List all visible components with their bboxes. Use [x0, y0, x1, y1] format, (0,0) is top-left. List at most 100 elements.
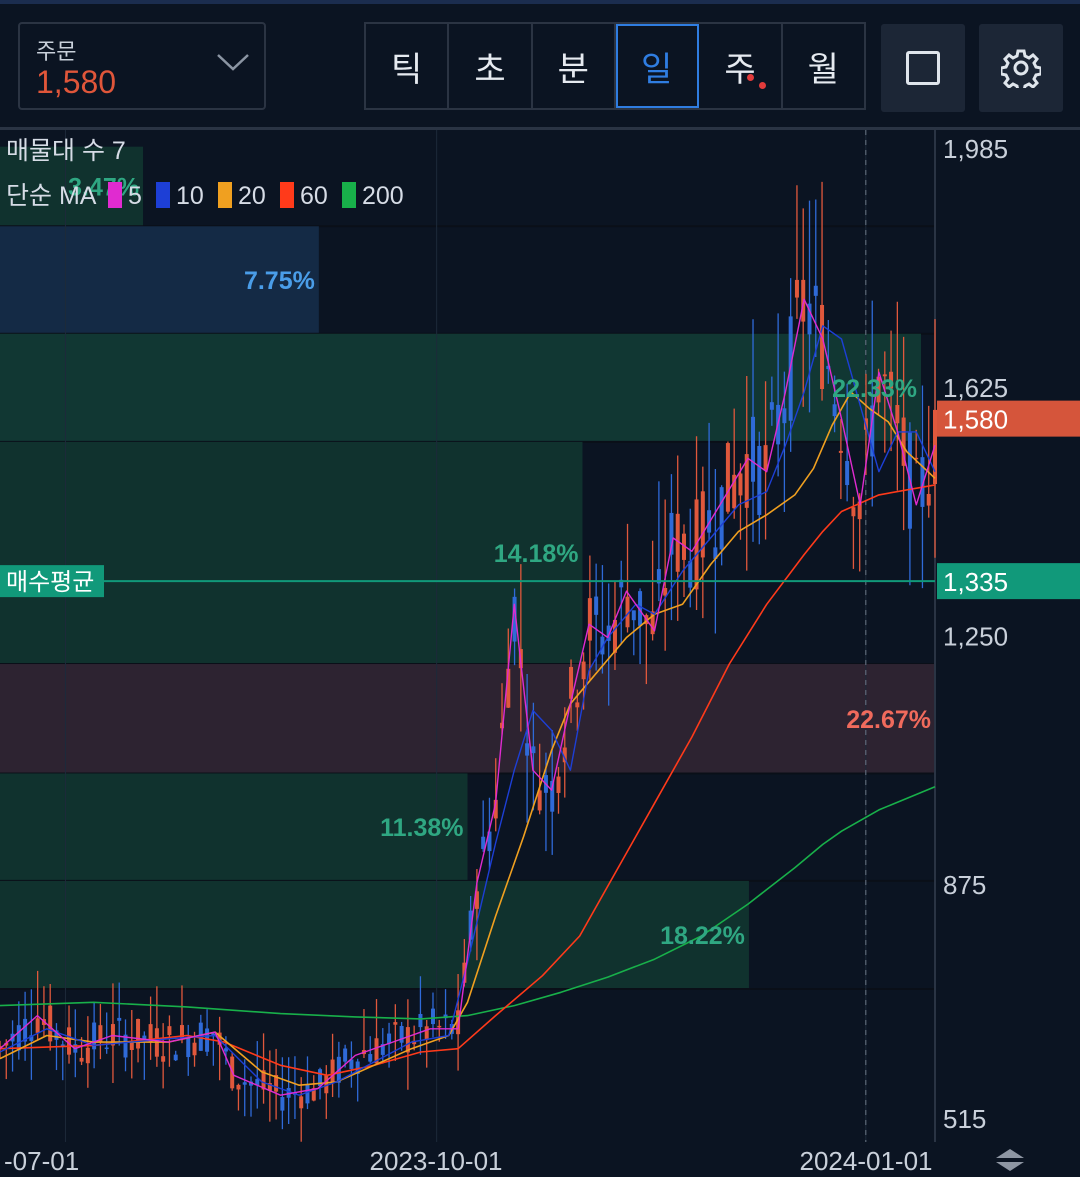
candle-body — [424, 1026, 429, 1040]
candle-body — [305, 1084, 310, 1104]
volume-profile-percent: 14.18% — [494, 540, 579, 568]
candle-body — [186, 1038, 191, 1058]
ma-legend-period: 200 — [362, 182, 404, 210]
candle-body — [794, 279, 799, 298]
candle-body — [820, 304, 825, 390]
ma-legend-period: 20 — [238, 182, 266, 210]
candle-body — [79, 1057, 84, 1062]
candle-body — [67, 1027, 72, 1055]
ma-legend-swatch — [218, 182, 232, 208]
ma-legend-period: 10 — [176, 182, 204, 210]
timeframe-minute[interactable]: 분 — [533, 24, 616, 108]
ma-legend-swatch — [280, 182, 294, 208]
candle-body — [926, 493, 931, 506]
candle-body — [223, 1048, 228, 1052]
candle-body — [575, 702, 580, 708]
ma-legend-swatch — [156, 182, 170, 208]
candle-body — [242, 1082, 247, 1085]
candle-body — [719, 487, 724, 550]
candle-body — [236, 1084, 241, 1090]
price-chart[interactable]: 3.47%7.75%22.33%14.18%22.67%11.38%18.22%… — [0, 130, 1080, 1177]
candle-body — [117, 1017, 122, 1021]
ma-legend-period: 60 — [300, 182, 328, 210]
volume-profile-bar — [0, 333, 921, 442]
candle-body — [738, 473, 743, 496]
price-tick-label: 1,625 — [943, 373, 1008, 403]
candle-body — [851, 507, 856, 517]
avg-buy-price-value: 1,335 — [943, 567, 1008, 597]
timeframe-tick[interactable]: 틱 — [366, 24, 450, 108]
chart-toolbar: 주문 1,580 틱 초 분 일 주 월 — [0, 4, 1080, 128]
volume-profile-percent: 22.33% — [832, 375, 917, 403]
candle-body — [845, 461, 850, 486]
price-tick-label: 875 — [943, 870, 986, 900]
candle-body — [368, 1054, 373, 1062]
timeframe-week-label: 주 — [724, 50, 756, 89]
candle-body — [136, 1018, 141, 1049]
timeframe-selector: 틱 초 분 일 주 월 — [364, 22, 866, 110]
date-tick-label: -07-01 — [4, 1146, 79, 1176]
candle-body — [129, 1042, 134, 1050]
ma-legend-swatch — [108, 182, 122, 208]
date-tick-label: 2023-10-01 — [370, 1146, 503, 1176]
candle-body — [769, 402, 774, 410]
candle-body — [343, 1048, 348, 1062]
candle-body — [531, 746, 536, 754]
price-tick-label: 515 — [943, 1104, 986, 1134]
candle-body — [192, 1042, 197, 1056]
candle-body — [393, 1022, 398, 1025]
candle-body — [587, 598, 592, 641]
date-tick-label: 2024-01-01 — [800, 1146, 933, 1176]
chevron-down-icon — [217, 54, 249, 71]
price-tick-label: 1,985 — [943, 134, 1008, 164]
candle-body — [330, 1059, 335, 1084]
order-value: 1,580 — [36, 64, 117, 100]
candle-body — [324, 1074, 329, 1094]
candle-body — [556, 776, 561, 793]
candle-body — [173, 1054, 178, 1061]
candle-body — [418, 1014, 423, 1028]
current-price-value: 1,580 — [943, 405, 1008, 435]
candle-body — [838, 450, 843, 453]
order-label: 주문 — [36, 39, 77, 64]
timeframe-month[interactable]: 월 — [783, 24, 864, 108]
ma-legend-swatch — [342, 182, 356, 208]
timeframe-second[interactable]: 초 — [449, 24, 533, 108]
candle-body — [763, 445, 768, 471]
order-dropdown[interactable]: 주문 1,580 — [18, 22, 266, 110]
candle-body — [205, 1028, 210, 1052]
candle-body — [832, 404, 837, 417]
volume-profile-count-label: 매물대 수 7 — [6, 137, 126, 165]
candle-body — [525, 743, 530, 756]
scroll-handle-icon[interactable] — [990, 1146, 1030, 1174]
gear-icon — [1001, 49, 1041, 88]
timeframe-day[interactable]: 일 — [615, 24, 700, 108]
candle-body — [299, 1096, 304, 1109]
settings-button[interactable] — [979, 24, 1063, 112]
candle-body — [581, 661, 586, 680]
candle-body — [631, 610, 636, 621]
candle-body — [16, 1025, 21, 1051]
candle-body — [813, 285, 818, 296]
candle-body — [688, 561, 693, 588]
volume-profile-percent: 18.22% — [660, 922, 745, 950]
candle-body — [782, 408, 787, 424]
candle-body — [167, 1026, 172, 1036]
candle-body — [85, 1047, 90, 1064]
timeframe-week[interactable]: 주 — [699, 24, 783, 108]
candle-body — [757, 445, 762, 515]
candle-body — [123, 1034, 128, 1058]
volume-profile-percent: 7.75% — [244, 267, 315, 295]
candle-body — [161, 1056, 166, 1062]
avg-buy-label: 매수평균 — [6, 569, 94, 596]
fullscreen-button[interactable] — [881, 24, 965, 112]
candle-body — [280, 1097, 285, 1111]
candle-body — [895, 405, 900, 424]
candle-body — [104, 1047, 109, 1050]
price-tick-label: 1,250 — [943, 622, 1008, 652]
square-icon — [906, 51, 940, 85]
candle-body — [35, 1018, 40, 1033]
volume-profile-bar — [0, 664, 935, 774]
ma-legend-period: 5 — [128, 182, 142, 210]
candle-body — [405, 1027, 410, 1053]
